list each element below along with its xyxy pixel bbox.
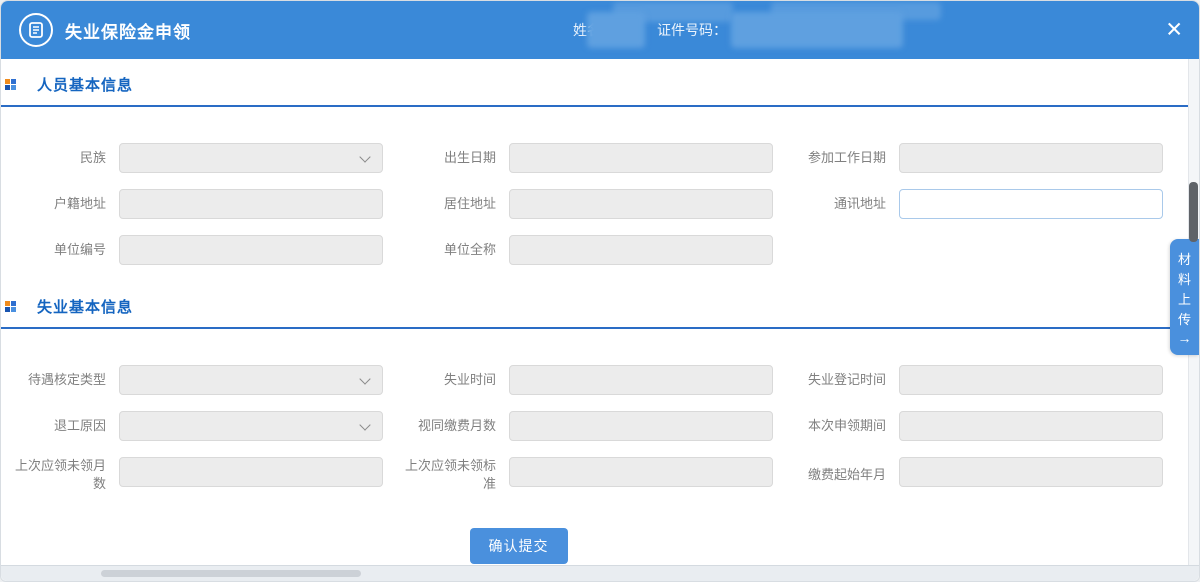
field-label: 视同缴费月数	[396, 411, 496, 441]
form-field: 上次应领未领标准	[396, 457, 786, 492]
unemployment-claim-dialog: 失业保险金申领 姓名 证件号码： ✕ 人员基本信息 民族	[0, 0, 1200, 582]
household-address-input	[119, 189, 383, 219]
personal-info-fields: 民族 出生日期 参加工作日期 户籍地址	[1, 107, 1188, 265]
field-label: 上次应领未领标准	[396, 457, 496, 492]
horizontal-scrollbar-thumb[interactable]	[101, 570, 361, 577]
birth-date-input	[509, 143, 773, 173]
field-label: 通讯地址	[786, 189, 886, 219]
page-title: 失业保险金申领	[65, 18, 191, 43]
dialog-header: 失业保险金申领 姓名 证件号码： ✕	[1, 1, 1199, 59]
chevron-down-icon	[359, 151, 370, 162]
field-label: 上次应领未领月数	[6, 457, 106, 492]
prev-unclaimed-months-input	[119, 457, 383, 487]
field-label: 民族	[6, 143, 106, 173]
close-icon[interactable]: ✕	[1165, 20, 1183, 41]
field-label: 失业登记时间	[786, 365, 886, 395]
form-field: 单位编号	[6, 235, 396, 265]
field-label: 居住地址	[396, 189, 496, 219]
applicant-summary: 姓名 证件号码：	[573, 1, 903, 59]
form-field: 失业登记时间	[786, 365, 1176, 395]
footer-strip	[1, 565, 1199, 581]
tab-label-char: 上	[1170, 290, 1199, 310]
redacted-id-value	[731, 12, 903, 48]
current-claim-period-input	[899, 411, 1163, 441]
section-unemployment-info: 失业基本信息	[1, 281, 1188, 329]
tab-label-char: 料	[1170, 270, 1199, 290]
document-icon	[19, 13, 53, 47]
form-row: 民族 出生日期 参加工作日期	[6, 143, 1188, 173]
id-number-label: 证件号码：	[657, 20, 727, 40]
redacted-name-value	[587, 12, 645, 48]
field-label: 退工原因	[6, 411, 106, 441]
field-label: 本次申领期间	[786, 411, 886, 441]
tab-label-char: 材	[1170, 250, 1199, 270]
form-field: 通讯地址	[786, 189, 1176, 219]
field-label: 失业时间	[396, 365, 496, 395]
form-field: 上次应领未领月数	[6, 457, 396, 492]
vertical-scrollbar-thumb[interactable]	[1189, 182, 1198, 242]
mailing-address-input[interactable]	[899, 189, 1163, 219]
confirm-submit-button[interactable]: 确认提交	[470, 528, 568, 564]
form-row: 户籍地址 居住地址 通讯地址	[6, 189, 1188, 219]
section-grid-icon	[5, 79, 16, 90]
form-row: 单位编号 单位全称	[6, 235, 1188, 265]
unemployment-register-date-input	[899, 365, 1163, 395]
section-personal-info: 人员基本信息	[1, 59, 1188, 107]
form-content: 人员基本信息 民族 出生日期 参加工作日期	[1, 59, 1188, 565]
form-field: 失业时间	[396, 365, 786, 395]
field-label: 参加工作日期	[786, 143, 886, 173]
form-field: 居住地址	[396, 189, 786, 219]
chevron-down-icon	[359, 419, 370, 430]
form-field: 退工原因	[6, 411, 396, 441]
form-field: 民族	[6, 143, 396, 173]
form-field: 待遇核定类型	[6, 365, 396, 395]
prev-unclaimed-standard-input	[509, 457, 773, 487]
ethnicity-select[interactable]	[119, 143, 383, 173]
form-field: 视同缴费月数	[396, 411, 786, 441]
form-field: 本次申领期间	[786, 411, 1176, 441]
field-label: 出生日期	[396, 143, 496, 173]
section-title: 人员基本信息	[37, 74, 133, 95]
form-field: 单位全称	[396, 235, 786, 265]
field-label: 户籍地址	[6, 189, 106, 219]
form-field: 参加工作日期	[786, 143, 1176, 173]
form-row: 退工原因 视同缴费月数 本次申领期间	[6, 411, 1188, 441]
arrow-right-icon: →	[1170, 330, 1199, 346]
form-field: 出生日期	[396, 143, 786, 173]
form-field: 户籍地址	[6, 189, 396, 219]
benefit-type-select[interactable]	[119, 365, 383, 395]
unit-name-input	[509, 235, 773, 265]
field-label: 待遇核定类型	[6, 365, 106, 395]
residence-address-input	[509, 189, 773, 219]
unit-code-input	[119, 235, 383, 265]
unemployment-date-input	[509, 365, 773, 395]
form-field-empty	[786, 235, 1176, 265]
form-row: 上次应领未领月数 上次应领未领标准 缴费起始年月	[6, 457, 1188, 492]
form-field: 缴费起始年月	[786, 457, 1176, 492]
field-label: 单位编号	[6, 235, 106, 265]
submit-row: 确认提交	[1, 508, 1188, 564]
field-label: 单位全称	[396, 235, 496, 265]
termination-reason-select[interactable]	[119, 411, 383, 441]
contribution-start-month-input	[899, 457, 1163, 487]
deemed-contribution-months-input	[509, 411, 773, 441]
form-row: 待遇核定类型 失业时间 失业登记时间	[6, 365, 1188, 395]
section-title: 失业基本信息	[37, 296, 133, 317]
chevron-down-icon	[359, 373, 370, 384]
tab-label-char: 传	[1170, 310, 1199, 330]
section-grid-icon	[5, 301, 16, 312]
field-label: 缴费起始年月	[786, 457, 886, 492]
work-start-date-input	[899, 143, 1163, 173]
material-upload-tab[interactable]: 材 料 上 传 →	[1170, 239, 1199, 355]
unemployment-info-fields: 待遇核定类型 失业时间 失业登记时间 退工原因	[1, 329, 1188, 492]
